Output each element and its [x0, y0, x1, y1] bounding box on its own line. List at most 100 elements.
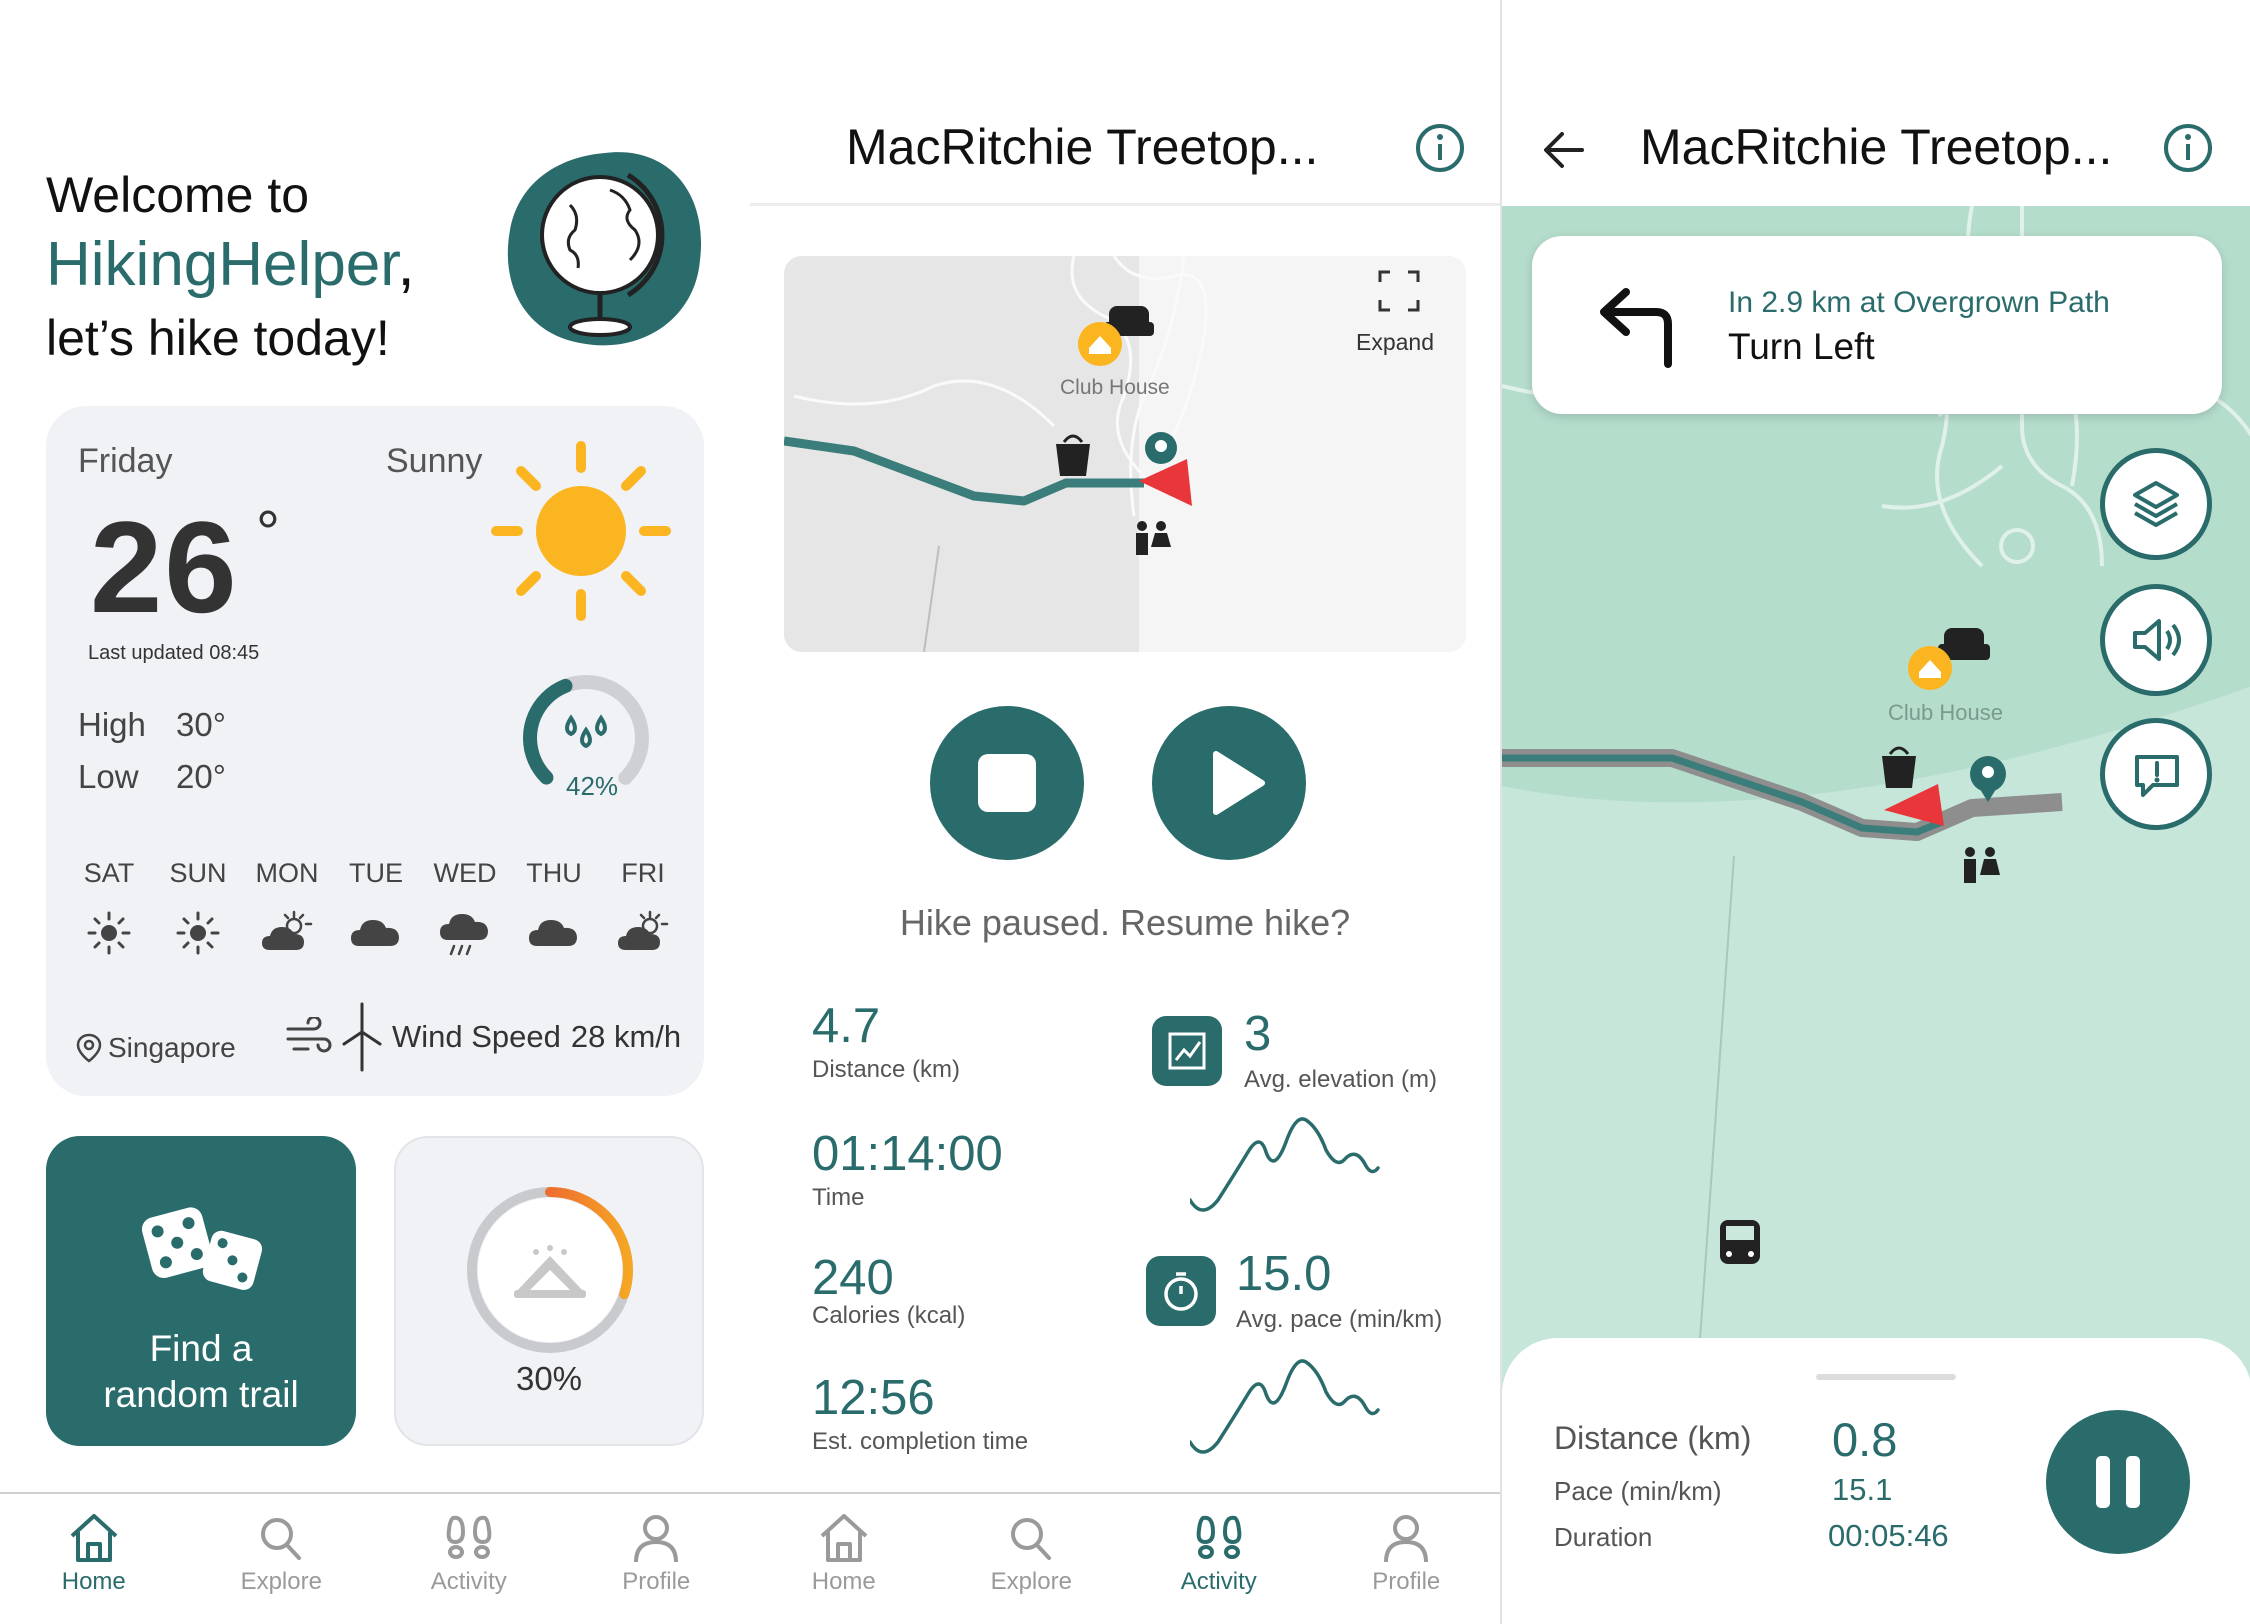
- location-text: Singapore: [108, 1032, 236, 1063]
- tab-explore[interactable]: Explore: [938, 1494, 1126, 1624]
- wind-value: 28 km/h: [570, 1019, 682, 1054]
- map-poi-label: Club House: [1888, 700, 2003, 725]
- activity-header: MacRitchie Treetop...: [750, 96, 1500, 206]
- speaker-icon: [2133, 619, 2181, 661]
- stop-button[interactable]: [930, 706, 1084, 860]
- home-icon: [820, 1514, 868, 1562]
- forecast-day: THU: [511, 858, 597, 968]
- elevation-value: 3: [1244, 1007, 1272, 1061]
- back-arrow-icon[interactable]: [1538, 124, 1590, 176]
- footprints-icon: [1196, 1515, 1242, 1559]
- hike-stats-sheet[interactable]: Distance (km) 0.8 Pace (min/km) 15.1 Dur…: [1502, 1338, 2250, 1624]
- resume-button[interactable]: [1152, 706, 1306, 860]
- brand-comma: ,: [397, 230, 415, 299]
- navigation-screen: MacRitchie Treetop... Club House In 2.9 …: [1500, 0, 2250, 1624]
- elevation-label: Avg. elevation (m): [1244, 1066, 1437, 1093]
- sound-button[interactable]: [2100, 584, 2212, 696]
- weather-condition: Sunny: [386, 442, 483, 480]
- activity-screen: MacRitchie Treetop... Club House Expand: [750, 0, 1500, 1624]
- partly-cloudy-icon: [244, 908, 330, 968]
- tab-activity[interactable]: Activity: [375, 1494, 563, 1624]
- turn-instruction-card: In 2.9 km at Overgrown Path Turn Left: [1532, 236, 2222, 414]
- map-canvas: Club House Expand: [784, 256, 1466, 652]
- layers-button[interactable]: [2100, 448, 2212, 560]
- distance-label: Distance (km): [812, 1056, 961, 1083]
- elevation-chart-icon: [1152, 1016, 1222, 1086]
- random-trail-label-1: Find a: [149, 1328, 253, 1369]
- club-house-marker-icon: [1908, 646, 1952, 690]
- tab-activity[interactable]: Activity: [1125, 1494, 1313, 1624]
- info-icon[interactable]: [1414, 122, 1466, 174]
- dice-icon: [141, 1207, 263, 1290]
- forecast-day: TUE: [333, 858, 419, 968]
- humidity-drops-icon: [565, 714, 607, 749]
- forecast-day: FRI: [600, 858, 686, 968]
- elevation-sparkline: [1190, 1117, 1380, 1212]
- sun-icon: [66, 908, 152, 968]
- tab-profile[interactable]: Profile: [563, 1494, 751, 1624]
- progress-ring: [467, 1187, 633, 1353]
- duration-value: 00:05:46: [1828, 1518, 1949, 1553]
- forecast-day-label: FRI: [621, 858, 665, 888]
- time-value: 01:14:00: [812, 1127, 1003, 1181]
- random-trail-label-2: random trail: [103, 1374, 299, 1415]
- stopwatch-icon: [1146, 1256, 1216, 1326]
- resume-prompt: Hike paused. Resume hike?: [899, 902, 1351, 943]
- partly-cloudy-icon: [600, 908, 686, 968]
- duration-label: Duration: [1554, 1522, 1653, 1552]
- expand-label[interactable]: Expand: [1356, 329, 1434, 355]
- wind-label: Wind Speed: [392, 1019, 561, 1054]
- tab-home-label: Home: [61, 1568, 126, 1595]
- home-icon: [70, 1514, 118, 1562]
- search-icon: [261, 1518, 302, 1560]
- tab-explore[interactable]: Explore: [188, 1494, 376, 1624]
- tab-profile[interactable]: Profile: [1313, 1494, 1501, 1624]
- cloud-icon: [511, 908, 597, 968]
- bottom-nav: Home Explore Activity Profile: [750, 1492, 1500, 1624]
- weather-day: Friday: [78, 442, 173, 480]
- map-poi-label: Club House: [1060, 376, 1170, 399]
- info-icon[interactable]: [2162, 122, 2214, 174]
- search-icon: [1011, 1518, 1052, 1560]
- sun-icon: [155, 908, 241, 968]
- drag-handle[interactable]: [1816, 1374, 1956, 1380]
- forecast-day-label: SUN: [169, 858, 227, 888]
- pace-value: 15.0: [1236, 1247, 1332, 1301]
- welcome-heading: Welcome to HikingHelper, let’s hike toda…: [46, 160, 415, 373]
- high-value: 30°: [176, 706, 226, 743]
- report-button[interactable]: [2100, 718, 2212, 830]
- forecast-day-label: THU: [526, 858, 582, 888]
- turn-instruction: Turn Left: [1728, 326, 1875, 367]
- completion-value: 12:56: [812, 1371, 935, 1425]
- trail-map-preview[interactable]: Club House Expand: [784, 256, 1466, 652]
- forecast-day-label: MON: [255, 858, 319, 888]
- location: Singapore: [76, 1032, 236, 1064]
- turn-left-arrow-icon: [1600, 288, 1672, 368]
- club-house-marker-icon: [1078, 322, 1122, 366]
- random-trail-button[interactable]: Find a random trail: [46, 1136, 356, 1446]
- wind-speed: Wind Speed 28 km/h: [286, 1002, 681, 1072]
- sunny-icon: [491, 441, 671, 621]
- calories-value: 240: [812, 1251, 894, 1305]
- welcome-line: Welcome to: [46, 167, 310, 223]
- play-icon: [1213, 751, 1265, 815]
- turn-distance: In 2.9 km at Overgrown Path: [1728, 286, 2110, 319]
- forecast-day: WED: [422, 858, 508, 968]
- completion-label: Est. completion time: [812, 1428, 1029, 1455]
- footprints-icon: [446, 1515, 492, 1559]
- tab-home[interactable]: Home: [750, 1494, 938, 1624]
- last-updated: Last updated 08:45: [88, 642, 260, 664]
- hike-progress-card[interactable]: 30%: [394, 1136, 704, 1446]
- low-temp-row: Low 20°: [78, 758, 226, 796]
- time-label: Time: [812, 1184, 865, 1211]
- weather-card[interactable]: Friday Sunny 26 ° Last updated 08:45 Hig…: [46, 406, 704, 1096]
- layers-icon: [2133, 481, 2179, 527]
- forecast-day-label: WED: [433, 858, 497, 888]
- tab-home[interactable]: Home: [0, 1494, 188, 1624]
- calories-label: Calories (kcal): [812, 1302, 966, 1329]
- wind-turbine-icon: [342, 1002, 382, 1072]
- degree-symbol: °: [256, 499, 280, 566]
- pause-button[interactable]: [2046, 1410, 2190, 1554]
- forecast-day: SAT: [66, 858, 152, 968]
- profile-icon: [1384, 1515, 1429, 1563]
